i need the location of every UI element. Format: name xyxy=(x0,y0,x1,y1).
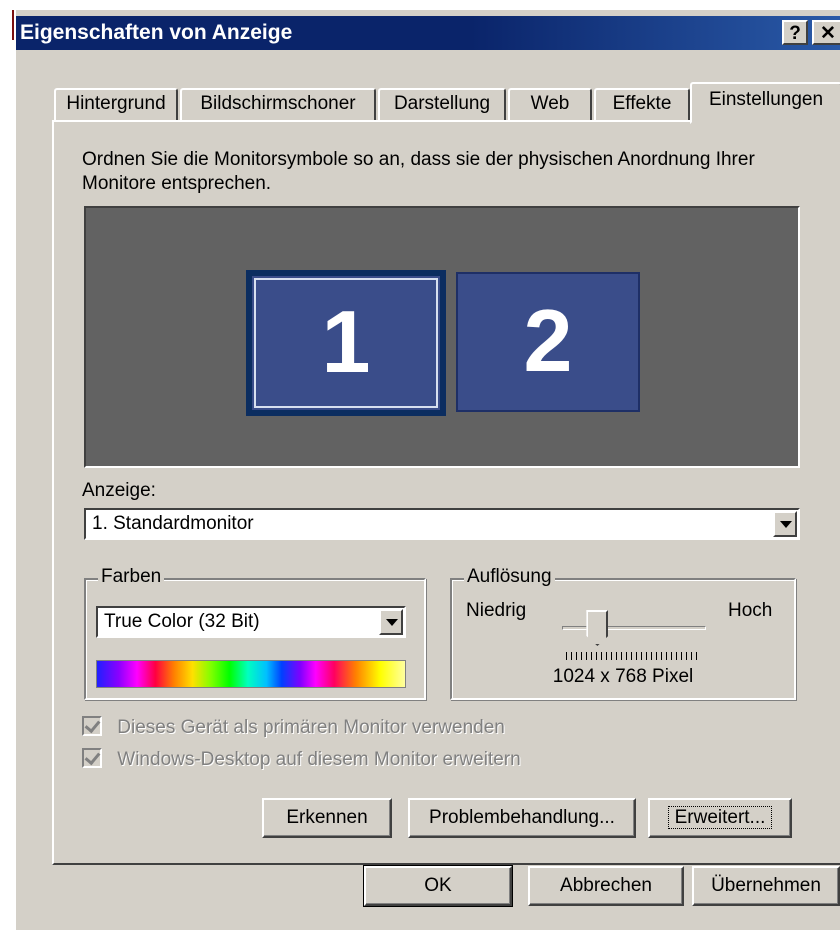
tab-effekte[interactable]: Effekte xyxy=(594,88,690,122)
close-button[interactable]: ✕ xyxy=(812,20,840,45)
display-properties-dialog: Eigenschaften von Anzeige ? ✕ Hintergrun… xyxy=(14,8,840,930)
close-icon: ✕ xyxy=(820,23,836,44)
cancel-button[interactable]: Abbrechen xyxy=(528,866,684,906)
monitor-1-icon[interactable]: 1 xyxy=(246,270,446,416)
colors-group-title: Farben xyxy=(98,566,165,588)
tab-label: Einstellungen xyxy=(708,89,824,110)
apply-button-label: Übernehmen xyxy=(711,875,821,896)
resolution-slider-thumb[interactable] xyxy=(586,610,609,646)
extend-desktop-label: Windows-Desktop auf diesem Monitor erwei… xyxy=(117,749,521,770)
help-icon: ? xyxy=(789,23,801,44)
ok-button[interactable]: OK xyxy=(363,865,513,907)
tab-label: Web xyxy=(530,93,570,114)
tab-label: Effekte xyxy=(612,93,672,114)
primary-monitor-label: Dieses Gerät als primären Monitor verwen… xyxy=(117,717,505,738)
extend-desktop-checkbox-row: Windows-Desktop auf diesem Monitor erwei… xyxy=(82,748,521,771)
title-bar[interactable]: Eigenschaften von Anzeige ? ✕ xyxy=(16,16,840,50)
apply-button[interactable]: Übernehmen xyxy=(692,866,840,906)
color-spectrum-preview xyxy=(96,660,406,688)
tab-label: Hintergrund xyxy=(66,93,166,114)
monitor-1-number: 1 xyxy=(321,292,371,391)
display-select[interactable]: 1. Standardmonitor xyxy=(84,508,800,540)
resolution-high-label: Hoch xyxy=(728,600,773,621)
chevron-down-icon[interactable] xyxy=(379,609,403,635)
primary-monitor-checkbox[interactable] xyxy=(82,716,102,736)
cancel-button-label: Abbrechen xyxy=(560,875,652,896)
tab-hintergrund[interactable]: Hintergrund xyxy=(54,88,178,122)
primary-monitor-checkbox-row: Dieses Gerät als primären Monitor verwen… xyxy=(82,716,505,739)
troubleshoot-button-label: Problembehandlung... xyxy=(429,807,615,828)
tab-bildschirmschoner[interactable]: Bildschirmschoner xyxy=(180,88,376,122)
resolution-low-label: Niedrig xyxy=(466,600,527,621)
display-select-value: 1. Standardmonitor xyxy=(92,513,254,534)
display-label: Anzeige: xyxy=(82,480,156,501)
tab-einstellungen[interactable]: Einstellungen xyxy=(690,82,840,124)
resolution-group: Auflösung Niedrig Hoch 1024 x 768 Pixel xyxy=(450,566,796,700)
colors-group: Farben True Color (32 Bit) xyxy=(84,566,426,700)
detect-button[interactable]: Erkennen xyxy=(262,798,392,838)
ok-button-label: OK xyxy=(424,875,452,896)
resolution-group-title: Auflösung xyxy=(464,566,555,588)
tab-web[interactable]: Web xyxy=(508,88,592,122)
chevron-down-icon[interactable] xyxy=(773,511,797,537)
window-title: Eigenschaften von Anzeige xyxy=(20,21,293,44)
tab-label: Darstellung xyxy=(393,93,491,114)
color-depth-select[interactable]: True Color (32 Bit) xyxy=(96,606,406,638)
help-button[interactable]: ? xyxy=(782,20,808,45)
color-depth-value: True Color (32 Bit) xyxy=(104,611,260,632)
tab-label: Bildschirmschoner xyxy=(200,93,356,114)
monitor-arrangement-preview[interactable]: 1 2 xyxy=(84,206,800,468)
settings-panel: Ordnen Sie die Monitorsymbole so an, das… xyxy=(52,120,840,865)
resolution-slider-track[interactable] xyxy=(562,626,706,630)
extend-desktop-checkbox[interactable] xyxy=(82,748,102,768)
detect-button-label: Erkennen xyxy=(286,807,368,828)
tab-darstellung[interactable]: Darstellung xyxy=(378,88,506,122)
resolution-value: 1024 x 768 Pixel xyxy=(552,666,694,687)
monitor-2-icon[interactable]: 2 xyxy=(456,272,640,412)
arrangement-description: Ordnen Sie die Monitorsymbole so an, das… xyxy=(82,149,755,194)
advanced-button-label: Erweitert... xyxy=(667,806,773,829)
monitor-2-number: 2 xyxy=(523,291,573,390)
resolution-slider-ticks xyxy=(566,652,700,660)
advanced-button[interactable]: Erweitert... xyxy=(648,798,792,838)
troubleshoot-button[interactable]: Problembehandlung... xyxy=(408,798,636,838)
